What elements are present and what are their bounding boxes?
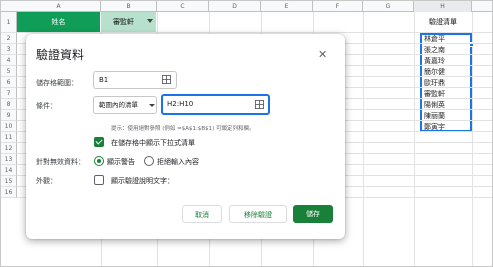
cell-h1[interactable]: 驗證清單	[414, 12, 472, 33]
data-validation-dialog: 驗證資料 ✕ 儲存格範圍： B1 條件： 範圍內的清單 H2:H10 提示：使用…	[26, 34, 345, 239]
row-header-5[interactable]: 5	[1, 66, 17, 77]
row-header-14[interactable]: 14	[1, 165, 17, 176]
row-header-12[interactable]: 12	[1, 143, 17, 154]
row-header-10[interactable]: 10	[1, 121, 17, 132]
column-header-a[interactable]: A	[17, 1, 101, 12]
gridline	[363, 12, 364, 266]
gridline	[414, 12, 415, 266]
gridline	[17, 32, 492, 33]
reject-input-label: 拒絕輸入內容	[157, 158, 199, 166]
show-warning-label: 顯示警告	[107, 158, 135, 166]
column-header-e[interactable]: E	[261, 1, 313, 12]
chevron-down-icon[interactable]	[149, 104, 155, 107]
dialog-title: 驗證資料	[36, 48, 85, 62]
criteria-type-select[interactable]: 範圍內的清單	[93, 96, 157, 114]
row-header-1[interactable]: 1	[1, 12, 17, 33]
invalid-data-label: 針對無效資料：	[36, 158, 85, 166]
row-header-7[interactable]: 7	[1, 88, 17, 99]
cell-range-value: B1	[99, 76, 109, 84]
row-header-13[interactable]: 13	[1, 154, 17, 165]
row-header-16[interactable]: 16	[1, 187, 17, 198]
row-header-15[interactable]: 15	[1, 176, 17, 187]
row-header-2[interactable]: 2	[1, 33, 17, 44]
column-header-g[interactable]: G	[363, 1, 414, 12]
column-header-c[interactable]: C	[157, 1, 209, 12]
column-header-h[interactable]: H	[414, 1, 472, 12]
column-header-d[interactable]: D	[209, 1, 261, 12]
row-header-11[interactable]: 11	[1, 132, 17, 143]
cell-range-label: 儲存格範圍：	[36, 79, 78, 87]
reject-input-radio[interactable]	[144, 156, 154, 166]
hint-text: 提示：使用絕對參照 (例如 =$A$1:$B$1) 可鎖定列和欄。	[111, 126, 255, 132]
remove-validation-button[interactable]: 移除驗證	[229, 205, 287, 223]
show-dropdown-checkbox[interactable]	[94, 137, 104, 147]
dropdown-arrow-icon[interactable]	[147, 19, 153, 23]
selection-range-h2-h10	[420, 33, 472, 132]
gridline	[472, 12, 473, 266]
criteria-label: 條件：	[36, 102, 57, 110]
cancel-button[interactable]: 取消	[182, 205, 222, 223]
row-header-6[interactable]: 6	[1, 77, 17, 88]
column-header-b[interactable]: B	[101, 1, 157, 12]
row-header-3[interactable]: 3	[1, 44, 17, 55]
close-icon[interactable]: ✕	[318, 48, 327, 61]
criteria-range-value: H2:H10	[167, 100, 194, 108]
help-text-checkbox[interactable]	[94, 175, 104, 185]
show-dropdown-label: 在儲存格中顯示下拉式清單	[111, 139, 195, 147]
column-header-f[interactable]: F	[313, 1, 363, 12]
column-header-row: A B C D E F G H	[1, 1, 492, 12]
appearance-label: 外觀：	[36, 177, 57, 185]
grid-select-icon[interactable]	[162, 75, 171, 84]
criteria-type-value: 範圍內的清單	[99, 101, 138, 109]
grid-select-icon[interactable]	[255, 100, 264, 109]
save-button[interactable]: 儲存	[293, 205, 333, 223]
cell-a1[interactable]: 姓名	[17, 12, 100, 33]
help-text-label: 顯示驗證說明文字：	[111, 177, 174, 185]
row-header-8[interactable]: 8	[1, 99, 17, 110]
criteria-range-input[interactable]: H2:H10	[161, 94, 270, 115]
show-warning-radio[interactable]	[94, 156, 104, 166]
row-header-9[interactable]: 9	[1, 110, 17, 121]
row-header-4[interactable]: 4	[1, 55, 17, 66]
